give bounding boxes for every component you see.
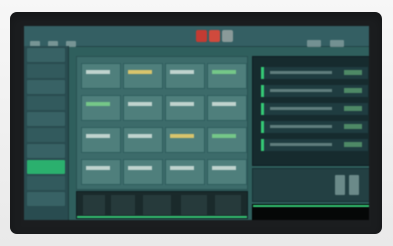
waveform-strip <box>181 195 207 215</box>
grid-cell[interactable] <box>207 95 247 121</box>
gauge-panel <box>252 168 369 202</box>
maximize-icon[interactable] <box>209 30 220 42</box>
gauge-icon <box>349 175 359 195</box>
row-text <box>270 107 332 110</box>
app-screen <box>24 26 369 220</box>
grid-cell[interactable] <box>165 95 205 121</box>
grid-cell[interactable] <box>123 127 163 153</box>
waveform-strip <box>215 195 241 215</box>
close-icon[interactable] <box>222 30 233 42</box>
details-row[interactable] <box>261 121 368 133</box>
cell-indicator <box>170 134 194 138</box>
minimize-icon[interactable] <box>196 30 207 42</box>
details-row[interactable] <box>261 85 368 97</box>
row-status <box>344 124 362 129</box>
cell-indicator <box>86 166 110 170</box>
details-row[interactable] <box>261 103 368 115</box>
grid-cell[interactable] <box>123 159 163 185</box>
sidebar-item[interactable] <box>27 128 65 142</box>
sidebar-item[interactable] <box>27 96 65 110</box>
cell-indicator <box>86 102 110 106</box>
grid-cell[interactable] <box>81 127 121 153</box>
cell-indicator <box>212 166 236 170</box>
waveform-strip <box>83 195 105 215</box>
cell-indicator <box>170 70 194 74</box>
details-row[interactable] <box>261 139 368 151</box>
row-text <box>270 89 332 92</box>
active-indicator <box>77 216 247 218</box>
sidebar-item[interactable] <box>27 176 65 190</box>
sidebar-item[interactable] <box>27 64 65 78</box>
details-row[interactable] <box>261 67 368 79</box>
grid-cell[interactable] <box>165 127 205 153</box>
row-text <box>270 71 332 74</box>
sidebar-item-active[interactable] <box>27 160 65 174</box>
grid-cell[interactable] <box>207 159 247 185</box>
sidebar-item[interactable] <box>27 112 65 126</box>
sidebar-item[interactable] <box>27 80 65 94</box>
cell-indicator <box>212 102 236 106</box>
cell-indicator <box>212 134 236 138</box>
sidebar <box>24 46 69 220</box>
row-status <box>344 106 362 111</box>
grid-cell[interactable] <box>207 127 247 153</box>
row-text <box>270 143 332 146</box>
cell-indicator <box>128 134 152 138</box>
main-content <box>70 46 369 220</box>
cell-indicator <box>128 102 152 106</box>
row-status <box>344 70 362 75</box>
cell-indicator <box>170 102 194 106</box>
sidebar-item[interactable] <box>27 144 65 158</box>
grid-cell[interactable] <box>81 159 121 185</box>
window-controls <box>196 30 236 42</box>
grid-cell[interactable] <box>123 63 163 89</box>
cell-indicator <box>128 70 152 74</box>
gauge-icon <box>335 175 345 195</box>
row-status <box>344 142 362 147</box>
details-panel <box>252 56 369 166</box>
grid-cell[interactable] <box>81 95 121 121</box>
cell-indicator <box>86 70 110 74</box>
titlebar-left-tools <box>30 32 86 47</box>
grid-cell[interactable] <box>165 159 205 185</box>
cell-indicator <box>212 70 236 74</box>
sidebar-item[interactable] <box>27 48 65 62</box>
status-indicator <box>253 205 369 207</box>
waveform-panel <box>76 191 248 219</box>
grid-cell[interactable] <box>207 63 247 89</box>
photo-background <box>0 0 393 246</box>
titlebar-right-tools <box>303 32 363 66</box>
waveform-strip <box>111 195 135 215</box>
grid-cell[interactable] <box>123 95 163 121</box>
monitor-grid <box>76 56 248 190</box>
window-titlebar <box>24 26 369 66</box>
cell-indicator <box>86 134 110 138</box>
status-strip <box>252 204 369 220</box>
row-text <box>270 125 332 128</box>
sidebar-item[interactable] <box>27 192 65 206</box>
row-status <box>344 88 362 93</box>
grid-cell[interactable] <box>81 63 121 89</box>
cell-indicator <box>128 166 152 170</box>
cell-indicator <box>170 166 194 170</box>
waveform-strip <box>143 195 171 215</box>
grid-cell[interactable] <box>165 63 205 89</box>
